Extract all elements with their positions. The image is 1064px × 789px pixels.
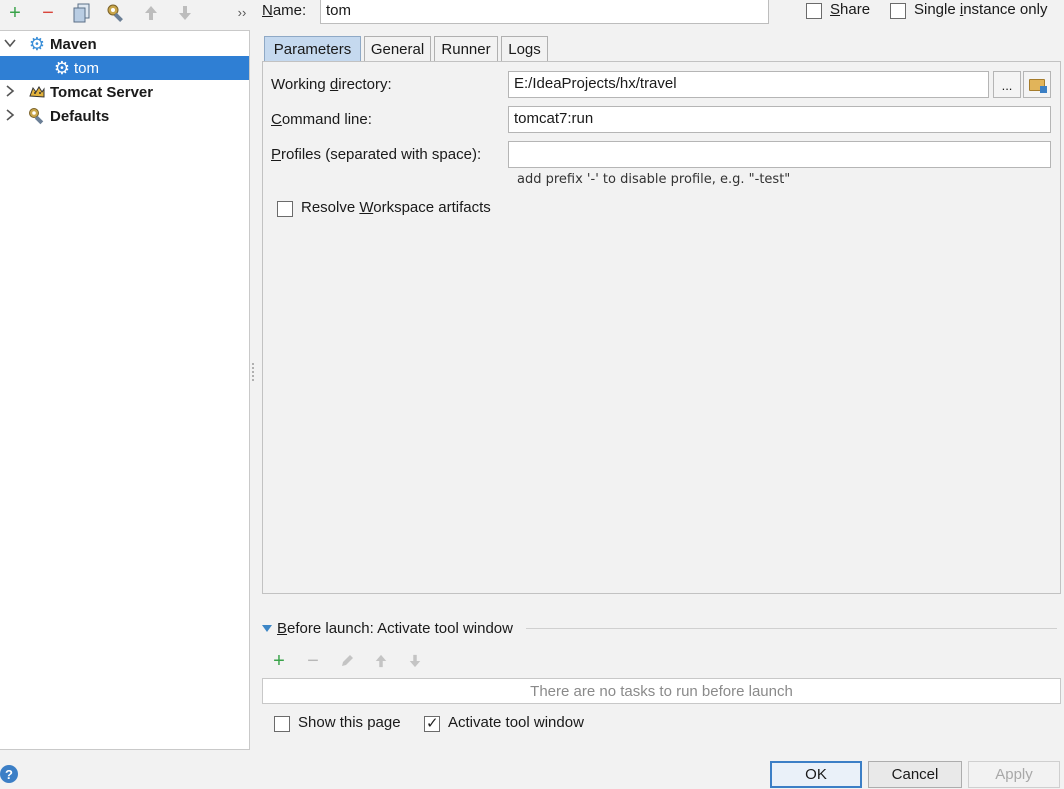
move-task-up-icon[interactable] bbox=[370, 650, 392, 672]
single-instance-label[interactable]: Single instance only bbox=[914, 1, 1047, 18]
add-task-icon[interactable]: + bbox=[268, 650, 290, 672]
module-directory-button[interactable] bbox=[1023, 71, 1051, 98]
tree-item-tom[interactable]: ⚙ tom bbox=[0, 56, 249, 80]
browse-button[interactable]: ... bbox=[993, 71, 1021, 98]
working-directory-input[interactable]: E:/IdeaProjects/hx/travel bbox=[508, 71, 989, 98]
tab-runner[interactable]: Runner bbox=[434, 36, 498, 61]
profiles-input[interactable] bbox=[508, 141, 1051, 168]
share-checkbox[interactable] bbox=[806, 3, 822, 19]
ok-button[interactable]: OK bbox=[770, 761, 862, 788]
copy-icon[interactable] bbox=[72, 3, 92, 23]
chevron-right-icon[interactable] bbox=[4, 108, 16, 124]
working-directory-label: Working directory: bbox=[271, 76, 392, 93]
before-launch-header[interactable]: Before launch: Activate tool window bbox=[262, 620, 513, 637]
tab-parameters[interactable]: Parameters bbox=[264, 36, 361, 61]
folder-icon bbox=[1029, 78, 1047, 93]
cancel-button[interactable]: Cancel bbox=[868, 761, 962, 788]
resolve-workspace-checkbox[interactable] bbox=[277, 201, 293, 217]
name-input[interactable]: tom bbox=[320, 0, 769, 24]
add-icon[interactable]: + bbox=[5, 3, 25, 23]
tree-item-label: Maven bbox=[50, 35, 97, 53]
show-this-page-label[interactable]: Show this page bbox=[298, 714, 401, 731]
maven-gear-icon: ⚙ bbox=[53, 58, 71, 78]
chevron-right-icon[interactable] bbox=[4, 84, 16, 100]
tree-item-defaults[interactable]: Defaults bbox=[0, 104, 249, 128]
command-line-input[interactable]: tomcat7:run bbox=[508, 106, 1051, 133]
resolve-workspace-label[interactable]: Resolve Workspace artifacts bbox=[301, 199, 491, 216]
splitter-handle[interactable] bbox=[251, 362, 255, 382]
tree-item-label: Tomcat Server bbox=[50, 83, 154, 101]
move-task-down-icon[interactable] bbox=[404, 650, 426, 672]
tab-general[interactable]: General bbox=[364, 36, 431, 61]
tree-item-tomcat-server[interactable]: Tomcat Server bbox=[0, 80, 249, 104]
tab-logs[interactable]: Logs bbox=[501, 36, 548, 61]
triangle-down-icon bbox=[262, 625, 272, 632]
show-this-page-checkbox[interactable] bbox=[274, 716, 290, 732]
edit-task-icon[interactable] bbox=[336, 650, 358, 672]
tomcat-icon bbox=[28, 83, 46, 101]
before-launch-task-list[interactable]: There are no tasks to run before launch bbox=[262, 678, 1061, 704]
move-up-icon[interactable] bbox=[141, 3, 161, 23]
name-label: Name: bbox=[262, 2, 307, 19]
activate-tool-window-checkbox[interactable] bbox=[424, 714, 440, 732]
remove-icon[interactable]: − bbox=[38, 3, 58, 23]
parameters-panel: Working directory: E:/IdeaProjects/hx/tr… bbox=[262, 61, 1061, 594]
help-icon[interactable]: ? bbox=[0, 765, 18, 783]
more-chevrons-icon[interactable]: ›› bbox=[232, 3, 252, 23]
maven-gear-icon: ⚙ bbox=[28, 34, 46, 54]
chevron-down-icon[interactable] bbox=[4, 37, 16, 51]
tree-item-label: Defaults bbox=[50, 107, 110, 125]
configurations-tree: ⚙ Maven ⚙ tom Tomcat Server Defaults bbox=[0, 30, 250, 750]
single-instance-checkbox[interactable] bbox=[890, 3, 906, 19]
defaults-wrench-icon bbox=[28, 107, 46, 125]
profiles-label: Profiles (separated with space): bbox=[271, 146, 482, 163]
empty-tasks-text: There are no tasks to run before launch bbox=[530, 682, 793, 700]
tree-item-label: tom bbox=[74, 59, 100, 77]
command-line-label: Command line: bbox=[271, 111, 372, 128]
move-down-icon[interactable] bbox=[175, 3, 195, 23]
tree-item-maven[interactable]: ⚙ Maven bbox=[0, 32, 249, 56]
profiles-hint: add prefix '-' to disable profile, e.g. … bbox=[517, 172, 791, 187]
remove-task-icon[interactable]: − bbox=[302, 650, 324, 672]
apply-button[interactable]: Apply bbox=[968, 761, 1060, 788]
share-label[interactable]: Share bbox=[830, 1, 870, 18]
edit-defaults-icon[interactable] bbox=[106, 3, 126, 23]
before-launch-divider bbox=[526, 628, 1057, 629]
configurations-toolbar: + − ›› bbox=[0, 0, 250, 26]
activate-tool-window-label[interactable]: Activate tool window bbox=[448, 714, 584, 731]
